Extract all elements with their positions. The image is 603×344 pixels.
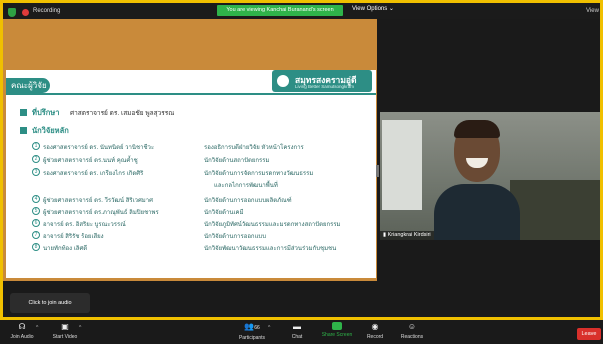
- video-options-caret-icon[interactable]: ^: [79, 325, 81, 331]
- record-icon: ◉: [371, 322, 379, 331]
- record-button[interactable]: ◉ Record: [364, 322, 386, 340]
- share-screen-label: Share Screen: [321, 332, 353, 338]
- participants-icon: 👥66: [244, 322, 260, 331]
- reactions-label: Reactions: [400, 334, 424, 340]
- record-label: Record: [366, 334, 384, 340]
- headphones-icon: ☊: [18, 322, 26, 331]
- audio-options-caret-icon[interactable]: ^: [36, 325, 38, 331]
- screen-share-border: [0, 0, 603, 320]
- participants-label: Participants: [238, 335, 266, 341]
- share-screen-icon: [332, 322, 342, 330]
- participants-caret-icon[interactable]: ^: [268, 325, 270, 331]
- leave-button[interactable]: Leave: [577, 328, 601, 340]
- chat-icon: ▬: [293, 322, 301, 331]
- join-audio-label: Join Audio: [10, 334, 34, 340]
- chat-button[interactable]: ▬ Chat: [286, 322, 308, 340]
- participants-count: 66: [254, 325, 260, 331]
- join-audio-button[interactable]: ☊ Join Audio: [8, 322, 36, 340]
- share-screen-button[interactable]: Share Screen: [320, 322, 354, 338]
- reactions-icon: ☺: [407, 322, 417, 331]
- video-off-icon: ▣: [61, 322, 69, 331]
- chat-label: Chat: [291, 334, 303, 340]
- participants-button[interactable]: 👥66 Participants: [235, 322, 269, 341]
- start-video-button[interactable]: ▣ Start Video: [50, 322, 80, 340]
- start-video-label: Start Video: [52, 334, 78, 340]
- reactions-button[interactable]: ☺ Reactions: [398, 322, 426, 340]
